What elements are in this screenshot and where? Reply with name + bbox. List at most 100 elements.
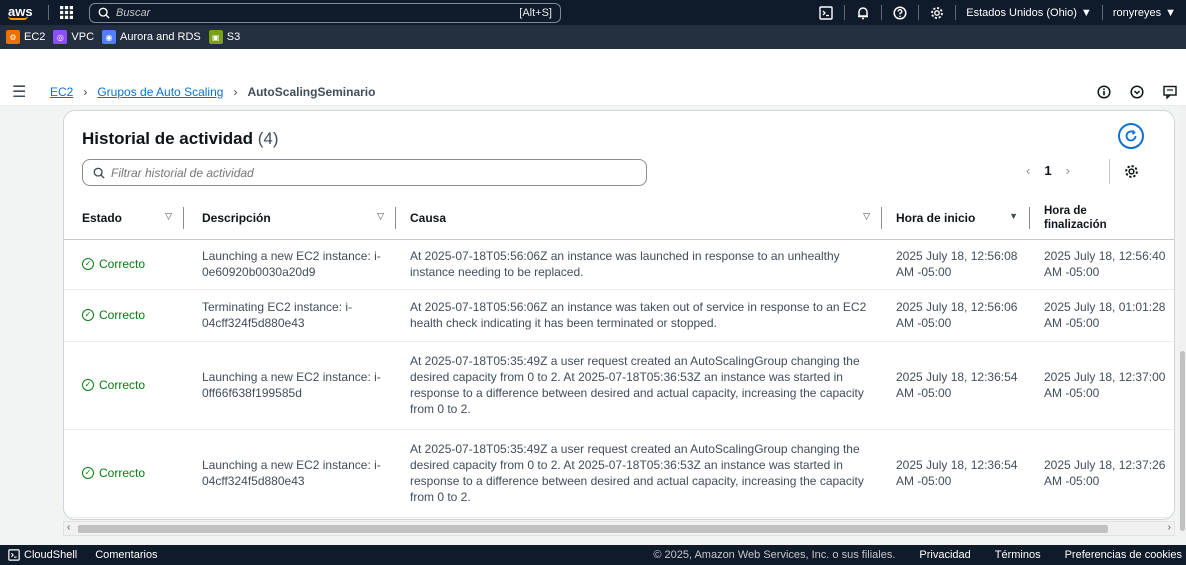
horizontal-scroll-thumb[interactable] xyxy=(78,525,1108,533)
breadcrumb-asg-link[interactable]: Grupos de Auto Scaling xyxy=(97,85,223,99)
activity-filter-field[interactable] xyxy=(82,159,647,186)
notifications-bell-icon[interactable] xyxy=(845,6,881,20)
column-header-cause[interactable]: Causa ▽ xyxy=(396,197,882,240)
cause-cell: At 2025-07-18T05:56:06Z an instance was … xyxy=(396,289,882,342)
caret-down-icon: ▼ xyxy=(1080,6,1092,19)
activity-history-panel: Historial de actividad (4) ‹ 1 › Estado … xyxy=(63,110,1175,520)
feedback-link[interactable]: Comentarios xyxy=(95,549,157,561)
horizontal-scrollbar[interactable]: ‹ › xyxy=(63,521,1175,536)
breadcrumb-ec2-link[interactable]: EC2 xyxy=(50,85,73,99)
favorite-label: Aurora and RDS xyxy=(120,31,201,43)
column-header-status[interactable]: Estado ▽ xyxy=(64,197,184,240)
search-icon xyxy=(93,167,105,179)
cloudshell-footer-button[interactable]: CloudShell xyxy=(0,549,77,561)
table-row: ✓ Correcto Launching a new EC2 instance: … xyxy=(64,341,1174,430)
panel-title-count: (4) xyxy=(257,129,279,148)
copyright-text: © 2025, Amazon Web Services, Inc. o sus … xyxy=(653,549,896,561)
end-time-cell: 2025 July 18, 12:37:00 AM -05:00 xyxy=(1030,341,1174,430)
favorite-label: S3 xyxy=(226,31,241,43)
status-label: Correcto xyxy=(99,308,146,322)
recent-history-icon[interactable] xyxy=(1120,85,1153,99)
aws-logo[interactable]: aws xyxy=(0,3,48,20)
table-row: ✓ Correcto Launching a new EC2 instance: … xyxy=(64,429,1174,518)
chevron-right-icon: › xyxy=(83,84,88,99)
breadcrumb-current: AutoScalingSeminario xyxy=(247,84,376,99)
aws-logo-text: aws xyxy=(8,3,33,19)
favorite-vpc[interactable]: ◎ VPC xyxy=(53,30,94,44)
top-navigation: aws Buscar [Alt+S] Estados Unidos (Ohio)… xyxy=(0,0,1186,25)
description-cell: Launching a new EC2 instance: i-04cff324… xyxy=(184,429,396,518)
region-selector[interactable]: Estados Unidos (Ohio) ▼ xyxy=(956,7,1102,19)
favorite-ec2[interactable]: ⚙ EC2 xyxy=(6,30,45,44)
column-header-end-time[interactable]: Hora de finalización xyxy=(1030,197,1174,240)
hamburger-menu-icon[interactable]: ☰ xyxy=(12,82,32,102)
check-circle-icon: ✓ xyxy=(82,258,94,270)
favorite-label: EC2 xyxy=(24,31,46,43)
cookie-preferences-link[interactable]: Preferencias de cookies xyxy=(1065,549,1182,561)
current-page[interactable]: 1 xyxy=(1044,163,1051,178)
chevron-right-icon: › xyxy=(233,84,238,99)
settings-gear-icon[interactable] xyxy=(919,6,955,20)
refresh-button[interactable] xyxy=(1118,123,1144,149)
favorite-aurora-rds[interactable]: ◉ Aurora and RDS xyxy=(102,30,201,44)
start-time-cell: 2025 July 18, 12:56:06 AM -05:00 xyxy=(882,289,1030,342)
column-header-label: Hora de finalización xyxy=(1044,204,1107,231)
activity-filter-input[interactable] xyxy=(111,165,611,180)
status-label: Correcto xyxy=(99,257,146,271)
start-time-cell: 2025 July 18, 12:36:54 AM -05:00 xyxy=(882,341,1030,430)
check-circle-icon: ✓ xyxy=(82,467,94,479)
status-badge: ✓ Correcto xyxy=(82,256,174,272)
favorite-s3[interactable]: ▣ S3 xyxy=(208,30,241,44)
ec2-service-icon: ⚙ xyxy=(6,30,20,44)
sort-caret-icon: ▽ xyxy=(377,211,384,221)
console-footer: CloudShell Comentarios © 2025, Amazon We… xyxy=(0,545,1186,565)
cloudshell-icon xyxy=(8,549,20,561)
cloudshell-icon[interactable] xyxy=(808,5,844,20)
search-placeholder: Buscar xyxy=(116,6,151,19)
search-shortcut: [Alt+S] xyxy=(519,6,552,19)
column-header-description[interactable]: Descripción ▽ xyxy=(184,197,396,240)
scroll-left-arrow-icon[interactable]: ‹ xyxy=(67,522,70,533)
search-icon xyxy=(98,7,110,19)
table-preferences-gear-icon[interactable] xyxy=(1124,164,1139,182)
account-name: ronyreyes xyxy=(1112,6,1162,19)
end-time-cell: 2025 July 18, 12:37:26 AM -05:00 xyxy=(1030,429,1174,518)
feedback-panel-icon[interactable] xyxy=(1153,85,1186,99)
previous-page-icon[interactable]: ‹ xyxy=(1026,163,1030,178)
next-page-icon[interactable]: › xyxy=(1066,163,1070,178)
column-header-start-time[interactable]: Hora de inicio ▼ xyxy=(882,197,1030,240)
table-row: ✓ Correcto Terminating EC2 instance: i-04… xyxy=(64,289,1174,342)
region-label: Estados Unidos (Ohio) xyxy=(966,6,1077,19)
privacy-link[interactable]: Privacidad xyxy=(919,549,970,561)
check-circle-icon: ✓ xyxy=(82,309,94,321)
activity-table: Estado ▽ Descripción ▽ Causa ▽ Hora de i… xyxy=(64,197,1174,518)
column-header-label: Causa xyxy=(410,210,447,225)
cause-cell: At 2025-07-18T05:56:06Z an instance was … xyxy=(396,239,882,290)
vertical-scrollbar[interactable] xyxy=(1178,106,1186,538)
table-row: ✓ Correcto Launching a new EC2 instance: … xyxy=(64,239,1174,290)
services-grid-icon[interactable] xyxy=(49,6,83,19)
sort-caret-icon: ▽ xyxy=(863,211,870,221)
help-icon[interactable] xyxy=(882,5,918,20)
vertical-scroll-thumb[interactable] xyxy=(1180,351,1185,531)
terms-link[interactable]: Términos xyxy=(995,549,1041,561)
status-badge: ✓ Correcto xyxy=(82,377,174,393)
panel-title: Historial de actividad (4) xyxy=(82,129,279,149)
account-menu[interactable]: ronyreyes ▼ xyxy=(1103,7,1186,19)
info-icon[interactable] xyxy=(1087,85,1120,99)
refresh-icon xyxy=(1125,129,1137,142)
column-header-label: Descripción xyxy=(202,210,271,225)
s3-service-icon: ▣ xyxy=(208,30,223,44)
start-time-cell: 2025 July 18, 12:36:54 AM -05:00 xyxy=(882,429,1030,518)
rds-service-icon: ◉ xyxy=(102,30,117,44)
global-search-input[interactable]: Buscar [Alt+S] xyxy=(89,2,561,23)
start-time-cell: 2025 July 18, 12:56:08 AM -05:00 xyxy=(882,239,1030,290)
description-cell: Launching a new EC2 instance: i-0ff66f63… xyxy=(184,341,396,430)
status-badge: ✓ Correcto xyxy=(82,307,174,323)
column-header-label: Hora de inicio xyxy=(896,210,976,225)
cloudshell-label: CloudShell xyxy=(24,549,78,561)
caret-down-icon: ▼ xyxy=(1165,6,1176,19)
scroll-right-arrow-icon[interactable]: › xyxy=(1168,522,1171,533)
check-circle-icon: ✓ xyxy=(82,379,94,391)
end-time-cell: 2025 July 18, 01:01:28 AM -05:00 xyxy=(1030,289,1174,342)
